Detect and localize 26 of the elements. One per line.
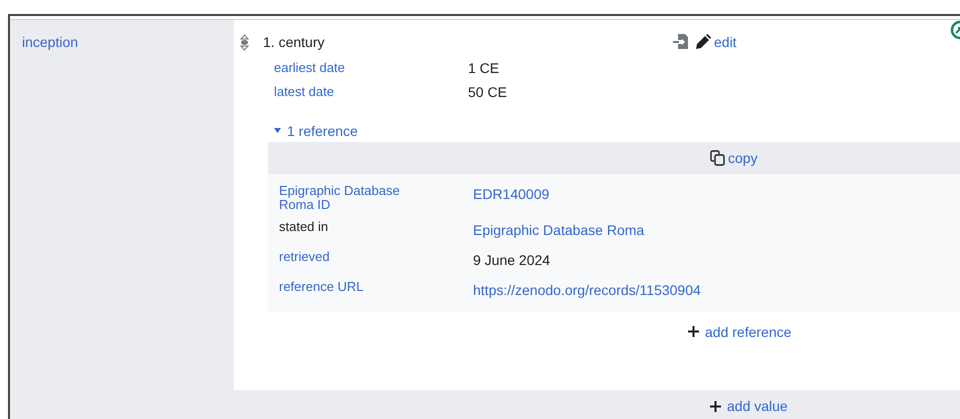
reference-property-link[interactable]: reference URL [279,280,419,302]
qualifier-property-link[interactable]: latest date [274,84,468,100]
qualifier-value: 50 CE [468,84,507,100]
rank-selector-icon[interactable] [240,34,249,50]
copy-link[interactable]: copy [710,150,758,166]
property-link[interactable]: inception [22,34,78,50]
reference-property-label: stated in [279,220,330,236]
document-import-icon[interactable] [673,34,689,50]
reference-value: 9 June 2024 [473,250,552,270]
qualifier-value: 1 CE [468,60,500,76]
copy-icon [710,150,726,166]
reference-value-link[interactable]: Epigraphic Database Roma [473,220,713,242]
edit-link[interactable]: edit [695,34,737,50]
reference-value-link[interactable]: EDR140009 [473,184,713,212]
reference-property-link[interactable]: Epigraphic Database Roma ID [279,184,419,212]
add-reference-link[interactable]: add reference [705,324,792,340]
references-toggle[interactable]: 1 reference [268,122,358,138]
plus-icon [710,400,721,412]
reference-value-link[interactable]: https://zenodo.org/records/11530904 [473,280,713,302]
add-value-link[interactable]: add value [727,398,788,414]
caret-icon [274,128,281,133]
qualifier-property-link[interactable]: earliest date [274,60,468,76]
statement-value: 1. century [263,34,326,50]
reference-property-link[interactable]: retrieved [279,250,419,272]
plus-icon [688,326,699,337]
pencil-icon [695,34,711,50]
